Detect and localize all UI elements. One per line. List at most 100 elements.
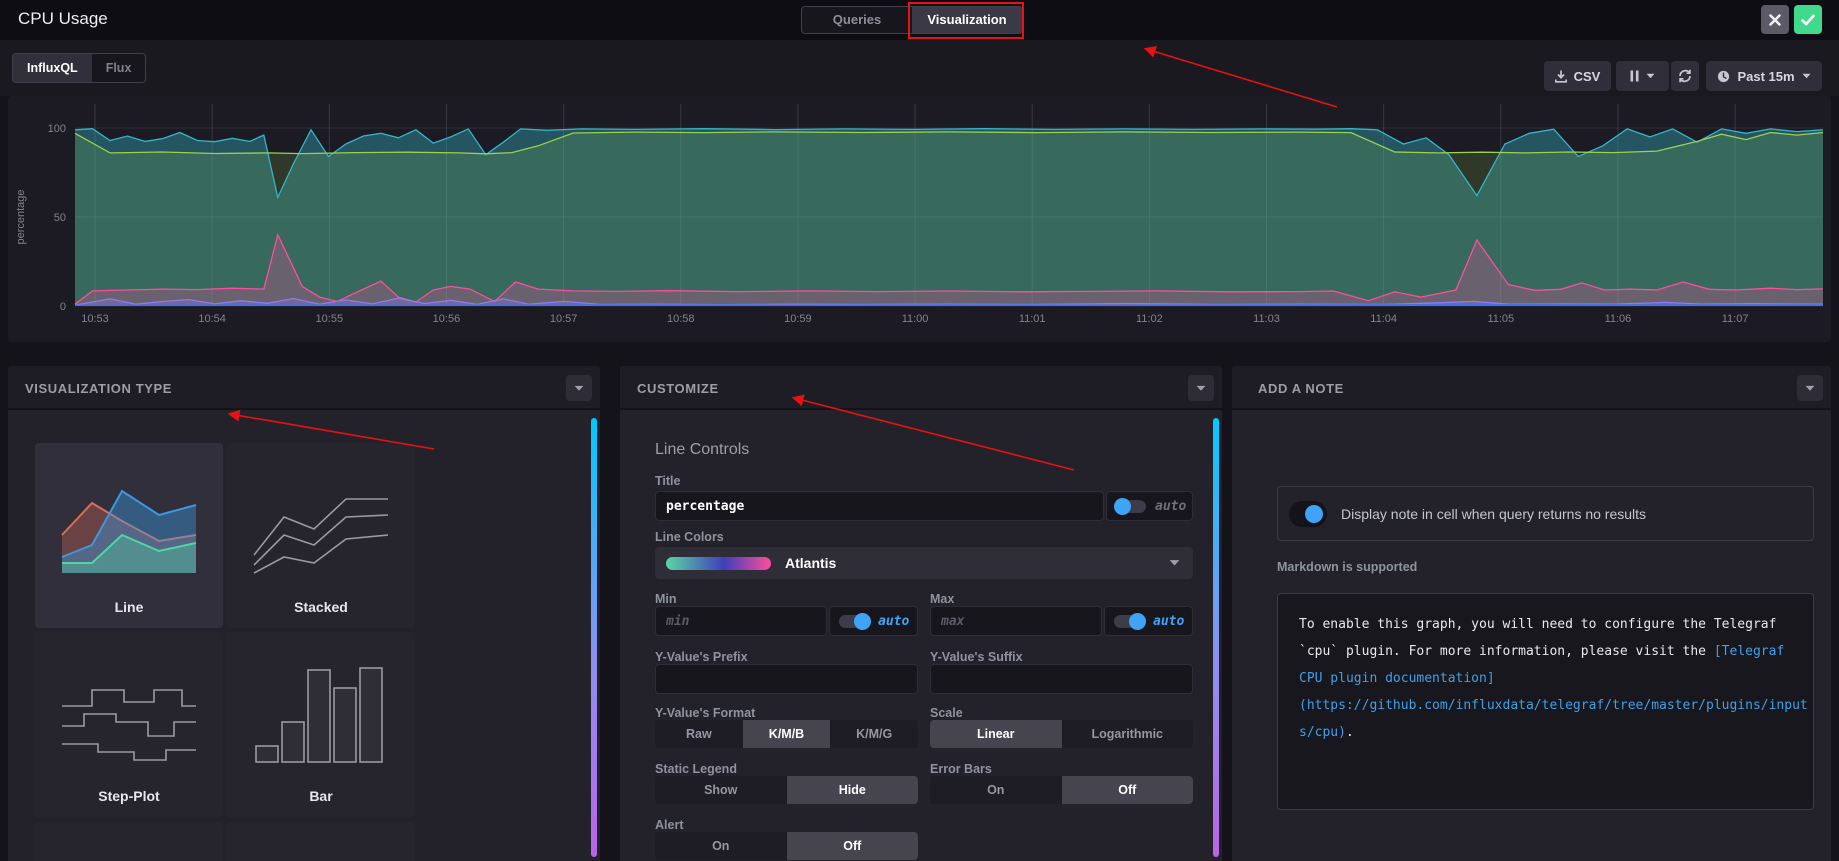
- min-input[interactable]: [655, 606, 827, 636]
- viz-type-card-step-plot[interactable]: Step-Plot: [35, 632, 223, 817]
- query-language-influxql[interactable]: InfluxQL: [13, 54, 92, 82]
- y-prefix-input[interactable]: [655, 664, 918, 694]
- static-legend-segmented: Show Hide: [655, 776, 918, 804]
- max-field-label: Max: [930, 592, 955, 606]
- option-k-m-b[interactable]: K/M/B: [742, 720, 831, 748]
- pause-icon: [1630, 70, 1639, 82]
- confirm-button[interactable]: [1794, 5, 1822, 34]
- toggle-knob: [1129, 612, 1146, 630]
- close-icon: [1769, 13, 1781, 26]
- panel-scrollbar[interactable]: [591, 418, 597, 857]
- svg-text:0: 0: [60, 301, 66, 313]
- display-note-toggle-label: Display note in cell when query returns …: [1341, 505, 1647, 522]
- option-show[interactable]: Show: [655, 776, 787, 804]
- stacked-graph-thumbnail-icon: [253, 498, 389, 574]
- error-bars-segmented: On Off: [930, 776, 1193, 804]
- close-button[interactable]: [1761, 5, 1789, 34]
- svg-text:10:57: 10:57: [550, 313, 578, 325]
- step-plot-thumbnail-icon: [62, 689, 196, 761]
- svg-text:10:58: 10:58: [667, 313, 695, 325]
- svg-text:11:00: 11:00: [902, 313, 929, 325]
- viz-type-card-partial[interactable]: [227, 822, 415, 861]
- note-plain-text: .: [1345, 725, 1354, 740]
- svg-text:11:03: 11:03: [1253, 313, 1280, 325]
- svg-text:10:56: 10:56: [433, 313, 461, 325]
- collapse-panel-button[interactable]: [1797, 375, 1823, 401]
- viz-type-label: Line: [114, 599, 144, 615]
- y-suffix-input[interactable]: [930, 664, 1193, 694]
- add-note-body: Display note in cell when query returns …: [1232, 410, 1831, 861]
- chevron-down-icon: [574, 385, 584, 391]
- caret-down-icon: [1802, 73, 1811, 79]
- svg-text:11:05: 11:05: [1487, 313, 1514, 325]
- y-prefix-label: Y-Value's Prefix: [655, 650, 748, 664]
- visualization-type-panel: VISUALIZATION TYPE Line Stacked Step-Plo…: [8, 366, 600, 861]
- pause-refresh-dropdown-button[interactable]: [1616, 61, 1669, 91]
- option-linear[interactable]: Linear: [930, 720, 1062, 748]
- csv-download-button[interactable]: CSV: [1544, 61, 1611, 91]
- option-logarithmic[interactable]: Logarithmic: [1062, 720, 1194, 748]
- line-colors-label: Line Colors: [655, 530, 724, 544]
- line-graph-thumbnail-icon: [61, 489, 197, 573]
- line-colors-dropdown[interactable]: Atlantis: [655, 547, 1193, 579]
- svg-text:11:04: 11:04: [1370, 313, 1397, 325]
- toggle-track: [1114, 612, 1146, 630]
- alert-label: Alert: [655, 818, 684, 832]
- min-auto-toggle[interactable]: auto: [829, 606, 918, 636]
- viz-type-label: Bar: [309, 788, 333, 804]
- svg-text:10:55: 10:55: [316, 313, 344, 325]
- scale-label: Scale: [930, 706, 963, 720]
- svg-text:11:02: 11:02: [1136, 313, 1163, 325]
- refresh-button[interactable]: [1671, 61, 1699, 91]
- error-bars-label: Error Bars: [930, 762, 992, 776]
- toggle-track: [839, 612, 871, 630]
- tab-visualization[interactable]: Visualization: [912, 7, 1022, 33]
- toggle-knob: [1114, 497, 1131, 515]
- time-series-chart[interactable]: 0 50 100 10:53 10:54 10:55 10:56 10:57 10:58 10:5…: [8, 96, 1831, 342]
- title-field-label: Title: [655, 474, 681, 488]
- bar-graph-thumbnail-icon: [255, 667, 383, 763]
- title-auto-toggle[interactable]: auto: [1106, 491, 1193, 521]
- max-auto-toggle[interactable]: auto: [1104, 606, 1193, 636]
- page-title: CPU Usage: [18, 9, 108, 28]
- svg-text:50: 50: [54, 212, 66, 224]
- viz-type-label: Step-Plot: [98, 788, 160, 804]
- viz-type-card-stacked[interactable]: Stacked: [227, 443, 415, 628]
- collapse-panel-button[interactable]: [566, 375, 592, 401]
- chevron-down-icon: [1805, 385, 1815, 391]
- viz-type-card-partial[interactable]: [35, 822, 223, 861]
- title-input[interactable]: [655, 491, 1104, 521]
- clock-icon: [1718, 70, 1730, 82]
- collapse-panel-button[interactable]: [1188, 375, 1214, 401]
- tab-queries[interactable]: Queries: [802, 7, 912, 33]
- min-field-label: Min: [655, 592, 677, 606]
- max-input[interactable]: [930, 606, 1102, 636]
- viz-type-card-line[interactable]: Line: [35, 443, 223, 628]
- viz-type-card-bar[interactable]: Bar: [227, 632, 415, 817]
- option-off[interactable]: Off: [1061, 776, 1193, 804]
- auto-label: auto: [1155, 498, 1187, 514]
- visualization-type-header: VISUALIZATION TYPE: [8, 366, 600, 410]
- option-off[interactable]: Off: [786, 832, 918, 860]
- query-language-flux[interactable]: Flux: [92, 54, 146, 82]
- svg-text:10:59: 10:59: [784, 313, 812, 325]
- option-on[interactable]: On: [655, 832, 787, 860]
- chevron-down-icon: [1169, 560, 1180, 566]
- panel-scrollbar[interactable]: [1213, 418, 1219, 857]
- option-on[interactable]: On: [930, 776, 1062, 804]
- time-range-dropdown[interactable]: Past 15m: [1706, 61, 1822, 91]
- toggle-knob: [854, 612, 871, 630]
- static-legend-label: Static Legend: [655, 762, 737, 776]
- add-note-panel: ADD A NOTE Display note in cell when que…: [1232, 366, 1831, 861]
- option-raw[interactable]: Raw: [655, 720, 743, 748]
- csv-button-label: CSV: [1573, 68, 1601, 84]
- download-icon: [1554, 70, 1567, 83]
- display-note-toggle[interactable]: [1289, 500, 1327, 527]
- customize-panel: CUSTOMIZE Line Controls Title auto Line …: [620, 366, 1222, 861]
- markdown-hint: Markdown is supported: [1277, 560, 1418, 574]
- note-textarea[interactable]: To enable this graph, you will need to c…: [1277, 593, 1814, 810]
- option-k-m-g[interactable]: K/M/G: [830, 720, 918, 748]
- auto-label: auto: [878, 613, 910, 629]
- option-hide[interactable]: Hide: [786, 776, 918, 804]
- svg-text:11:06: 11:06: [1605, 313, 1632, 325]
